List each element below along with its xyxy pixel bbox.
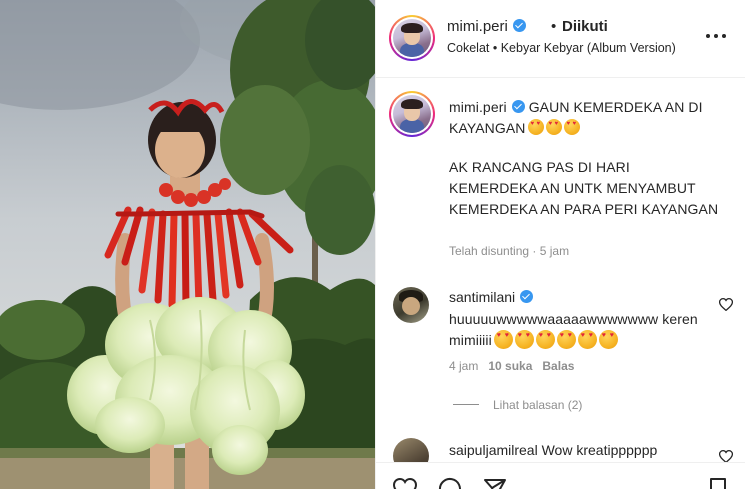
comment-text: huuuuuwwwwwaaaaawwwwwww keren mimiiiii bbox=[449, 309, 699, 351]
author-avatar[interactable] bbox=[389, 15, 435, 61]
comment-time: 4 jam bbox=[449, 359, 479, 373]
author-username-row: mimi.peri bbox=[447, 18, 526, 35]
share-paper-plane-icon[interactable] bbox=[483, 477, 507, 489]
more-options-icon[interactable] bbox=[706, 34, 728, 40]
heart-eyes-emoji-icon bbox=[563, 119, 580, 135]
replies-divider bbox=[453, 404, 479, 405]
heart-eyes-emoji-icon bbox=[493, 330, 513, 349]
caption-body: AK RANCANG PAS DI HARI KEMERDEKA AN UNTK… bbox=[449, 159, 719, 217]
commenter-avatar[interactable] bbox=[393, 287, 429, 323]
heart-eyes-emoji-icon bbox=[556, 330, 576, 349]
post-media[interactable] bbox=[0, 0, 375, 489]
comment-username-row: santimilani bbox=[449, 289, 534, 305]
follow-status-button[interactable]: Diikuti bbox=[562, 18, 608, 35]
caption-meta: Telah disunting · 5 jam bbox=[449, 244, 570, 258]
comment-likes-count[interactable]: 10 suka bbox=[488, 359, 532, 373]
verified-badge-icon bbox=[520, 290, 534, 303]
verified-badge-icon bbox=[511, 100, 525, 113]
heart-eyes-emoji-icon bbox=[598, 330, 618, 349]
save-bookmark-icon[interactable] bbox=[706, 477, 730, 489]
heart-eyes-emoji-icon bbox=[514, 330, 534, 349]
comment-username[interactable]: santimilani bbox=[449, 289, 515, 305]
view-replies-button[interactable]: Lihat balasan (2) bbox=[453, 398, 582, 412]
audio-track-link[interactable]: Cokelat • Kebyar Kebyar (Album Version) bbox=[447, 41, 676, 55]
caption-username[interactable]: mimi.peri bbox=[449, 99, 507, 115]
comment-username[interactable]: saipuljamilreal bbox=[449, 442, 538, 458]
post-action-bar bbox=[376, 462, 745, 489]
comment-meta: 4 jam 10 suka Balas bbox=[449, 359, 574, 373]
comment-text-content: Wow kreatipppppp bbox=[541, 442, 658, 458]
author-username[interactable]: mimi.peri bbox=[447, 18, 508, 35]
post-header: mimi.peri • Diikuti Cokelat • Kebyar Keb… bbox=[376, 0, 745, 78]
post-photo bbox=[0, 0, 375, 489]
heart-eyes-emoji-icon bbox=[535, 330, 555, 349]
heart-eyes-emoji-icon bbox=[545, 119, 562, 135]
heart-eyes-emoji-icon bbox=[527, 119, 544, 135]
comment-2: saipuljamilreal Wow kreatipppppp bbox=[449, 442, 657, 458]
view-replies-label: Lihat balasan (2) bbox=[493, 398, 583, 412]
caption-title: mimi.peri GAUN KEMERDEKA AN DI KAYANGAN bbox=[449, 97, 719, 139]
header-separator: • bbox=[551, 18, 557, 35]
comment-bubble-icon[interactable] bbox=[438, 477, 462, 489]
heart-eyes-emoji-icon bbox=[577, 330, 597, 349]
comment-like-heart-icon[interactable] bbox=[719, 298, 733, 311]
post-details-panel: mimi.peri • Diikuti Cokelat • Kebyar Keb… bbox=[375, 0, 745, 489]
reply-button[interactable]: Balas bbox=[542, 359, 574, 373]
verified-badge-icon bbox=[512, 19, 526, 32]
like-heart-icon[interactable] bbox=[393, 477, 417, 489]
caption-author-avatar[interactable] bbox=[389, 91, 435, 137]
